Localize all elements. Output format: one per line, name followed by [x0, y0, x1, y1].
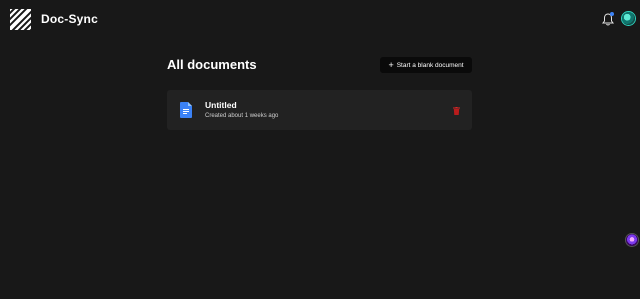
plus-icon: + [388, 59, 394, 70]
logo-icon[interactable] [10, 9, 31, 30]
app-title[interactable]: Doc-Sync [41, 12, 98, 26]
page-title: All documents [167, 57, 257, 72]
top-bar: Doc-Sync [0, 0, 640, 40]
assistant-button[interactable] [626, 234, 638, 246]
start-blank-document-label: Start a blank document [396, 61, 464, 69]
start-blank-document-button[interactable]: + Start a blank document [380, 57, 472, 73]
notification-dot [610, 12, 614, 16]
google-doc-icon [180, 102, 192, 118]
avatar[interactable] [622, 12, 635, 25]
document-created-date: Created about 1 weeks ago [205, 113, 279, 119]
trash-icon[interactable] [453, 107, 460, 115]
document-title[interactable]: Untitled [205, 100, 237, 110]
document-card[interactable]: Untitled Created about 1 weeks ago [167, 90, 472, 130]
